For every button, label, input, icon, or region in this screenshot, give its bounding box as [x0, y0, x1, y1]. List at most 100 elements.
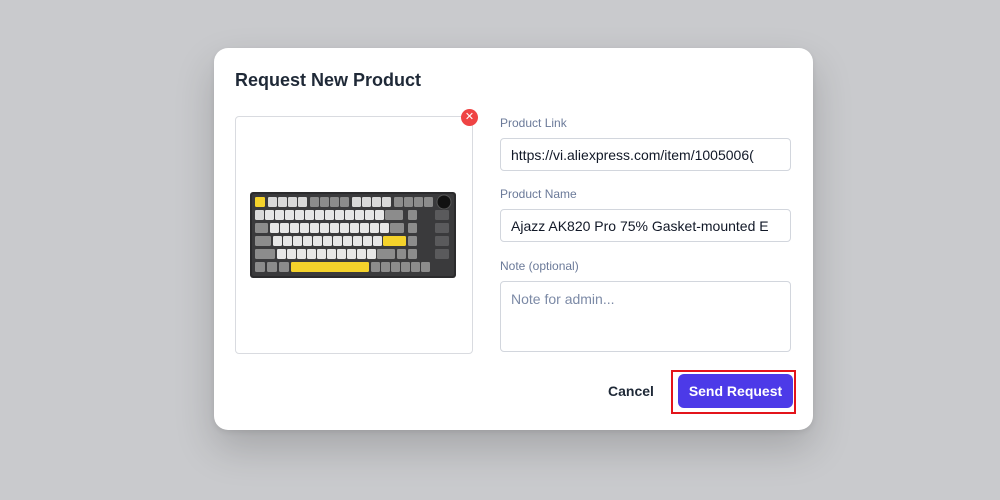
- keycap: [293, 236, 302, 246]
- keycap: [333, 236, 342, 246]
- keycap: [280, 223, 289, 233]
- keycap: [372, 197, 381, 207]
- keycap: [377, 249, 395, 259]
- keycap: [298, 197, 307, 207]
- keycap: [325, 210, 334, 220]
- keycap: [255, 210, 264, 220]
- keycap: [370, 223, 379, 233]
- keycap: [255, 197, 265, 207]
- keycap: [315, 210, 324, 220]
- keycap: [360, 223, 369, 233]
- keycap: [385, 210, 403, 220]
- keycap: [255, 262, 265, 272]
- keycap: [268, 197, 277, 207]
- product-name-label: Product Name: [500, 187, 577, 201]
- keycap: [362, 197, 371, 207]
- keycap: [335, 210, 344, 220]
- note-label: Note (optional): [500, 259, 579, 273]
- keycap: [323, 236, 332, 246]
- keyboard-product-image: [250, 192, 456, 278]
- keycap: [290, 223, 299, 233]
- keycap: [435, 236, 449, 246]
- keycap: [408, 236, 417, 246]
- keycap: [421, 262, 430, 272]
- keycap: [288, 197, 297, 207]
- keycap: [355, 210, 364, 220]
- keycap: [382, 197, 391, 207]
- keycap: [345, 210, 354, 220]
- keycap: [255, 236, 271, 246]
- keycap: [357, 249, 366, 259]
- keycap: [255, 223, 268, 233]
- keycap: [273, 236, 282, 246]
- modal-title: Request New Product: [235, 70, 422, 90]
- keycap: [367, 249, 376, 259]
- keycap: [401, 262, 410, 272]
- keycap: [397, 249, 406, 259]
- keycap: [353, 236, 362, 246]
- keycap: [287, 249, 296, 259]
- keycap: [255, 249, 275, 259]
- keycap: [291, 262, 369, 272]
- keycap: [435, 223, 449, 233]
- keycap: [303, 236, 312, 246]
- cancel-button[interactable]: Cancel: [598, 374, 664, 408]
- keycap: [330, 223, 339, 233]
- product-link-label: Product Link: [500, 116, 567, 130]
- keycap: [320, 223, 329, 233]
- keycap: [305, 210, 314, 220]
- keycap: [327, 249, 336, 259]
- keycap: [408, 210, 417, 220]
- keycap: [337, 249, 346, 259]
- keycap: [275, 210, 284, 220]
- request-product-modal: Request New Product ✕ Product Link Produ…: [214, 48, 813, 430]
- keycap: [408, 223, 417, 233]
- product-name-input[interactable]: [500, 209, 791, 242]
- keycap: [365, 210, 374, 220]
- keycap: [297, 249, 306, 259]
- keycap: [340, 223, 349, 233]
- keycap: [265, 210, 274, 220]
- keycap: [383, 236, 406, 246]
- remove-image-button[interactable]: ✕: [461, 109, 478, 126]
- keycap: [310, 223, 319, 233]
- keycap: [414, 197, 423, 207]
- keycap: [330, 197, 339, 207]
- keycap: [317, 249, 326, 259]
- keycap: [277, 249, 286, 259]
- keycap: [424, 197, 433, 207]
- keycap: [270, 223, 279, 233]
- keycap: [307, 249, 316, 259]
- keycap: [404, 197, 413, 207]
- note-textarea[interactable]: [500, 281, 791, 352]
- keycap: [283, 236, 292, 246]
- keycap: [435, 210, 449, 220]
- keycap: [285, 210, 294, 220]
- keycap: [373, 236, 382, 246]
- keycap: [371, 262, 380, 272]
- keycap: [390, 223, 404, 233]
- keycap: [313, 236, 322, 246]
- keycap: [375, 210, 384, 220]
- product-link-input[interactable]: [500, 138, 791, 171]
- keycap: [408, 249, 417, 259]
- keycap: [347, 249, 356, 259]
- keycap: [391, 262, 400, 272]
- keycap: [381, 262, 390, 272]
- keycap: [278, 197, 287, 207]
- keycap: [320, 197, 329, 207]
- keycap: [435, 249, 449, 259]
- keycap: [300, 223, 309, 233]
- keycap: [279, 262, 289, 272]
- keycap: [340, 197, 349, 207]
- keycap: [350, 223, 359, 233]
- keycap: [295, 210, 304, 220]
- keycap: [343, 236, 352, 246]
- keycap: [411, 262, 420, 272]
- product-image-preview: [235, 116, 473, 354]
- keycap: [352, 197, 361, 207]
- keycap: [310, 197, 319, 207]
- send-request-button[interactable]: Send Request: [678, 374, 793, 408]
- keycap: [394, 197, 403, 207]
- keycap: [267, 262, 277, 272]
